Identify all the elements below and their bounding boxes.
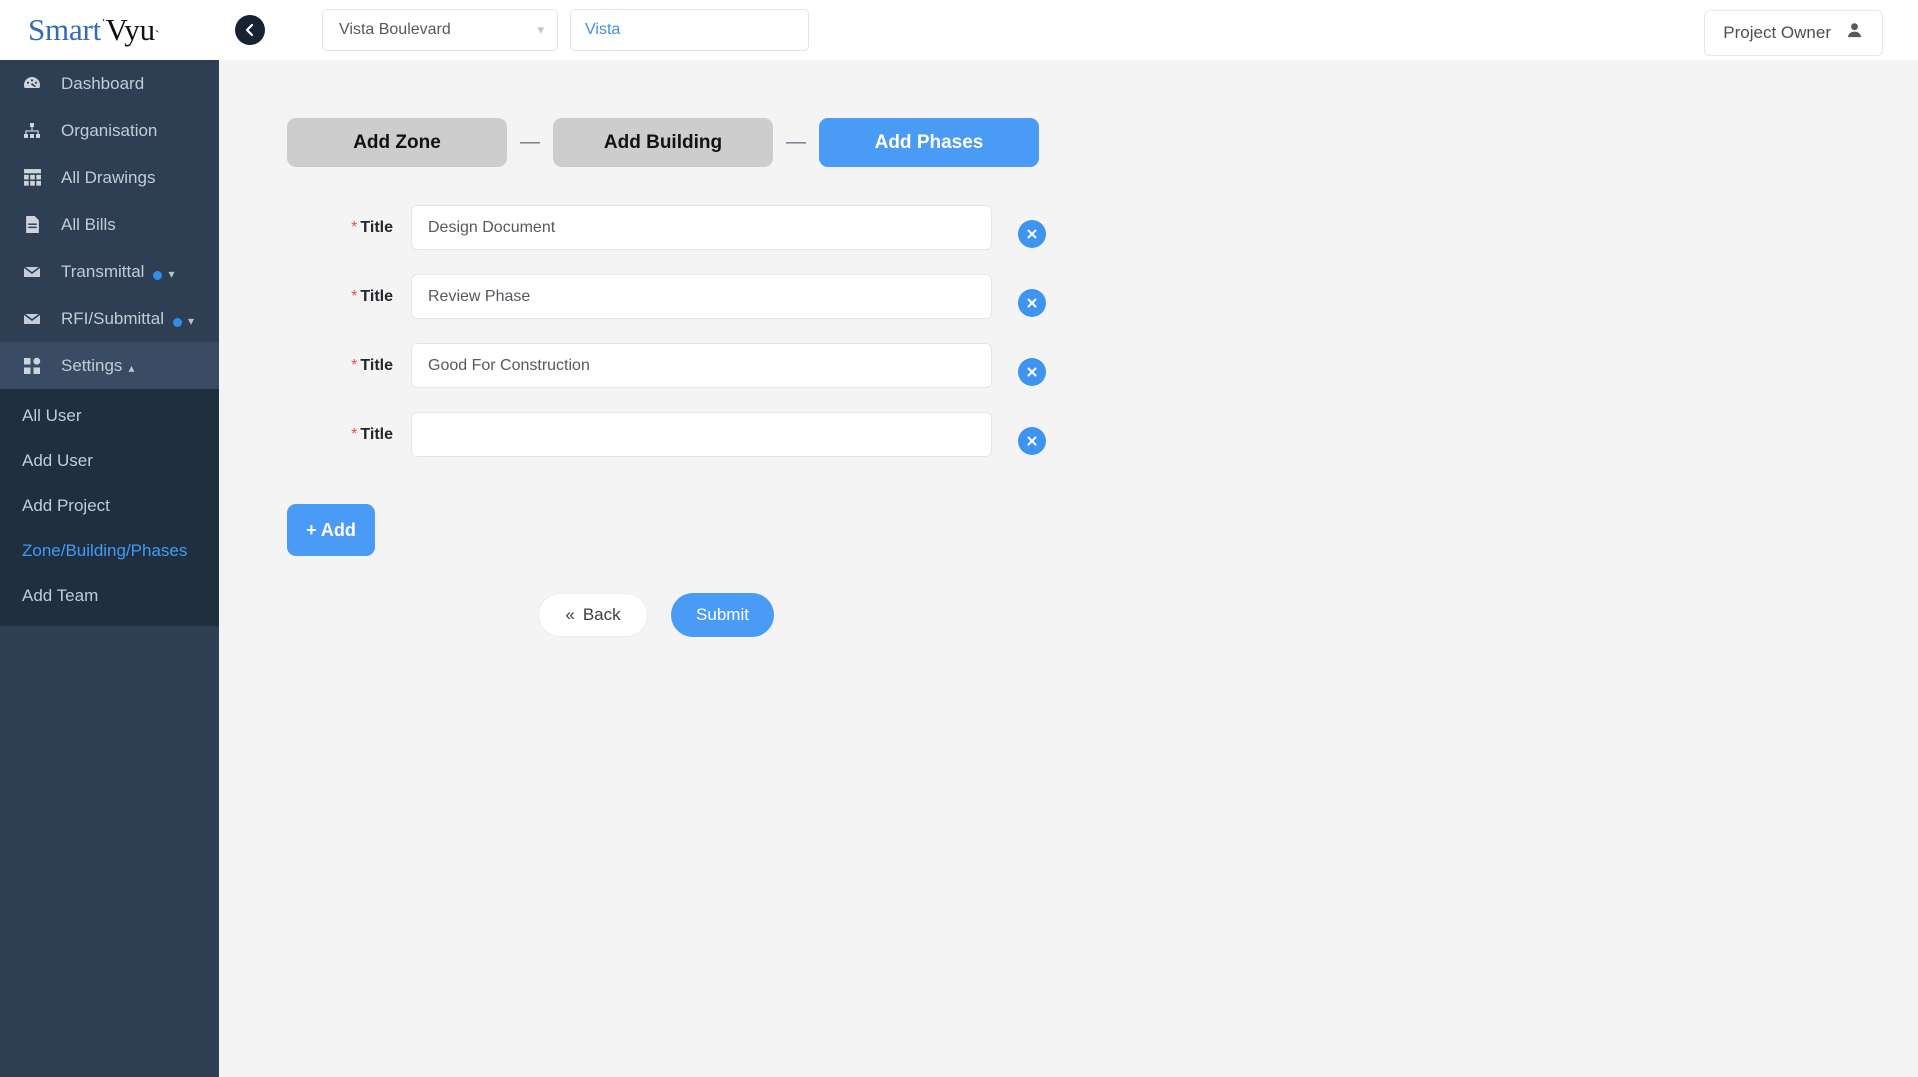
dashboard-gauge-icon (19, 74, 45, 94)
delete-phase-button[interactable] (1018, 288, 1046, 317)
project-select-value: Vista Boulevard (339, 21, 451, 38)
form-actions: « Back Submit (219, 556, 1918, 637)
submenu-item-add-user[interactable]: Add User (0, 438, 219, 483)
project-owner-button[interactable]: Project Owner (1704, 10, 1883, 56)
sidebar-item-all-bills[interactable]: All Bills (0, 201, 219, 248)
required-asterisk: * (351, 356, 358, 374)
settings-submenu: All User Add User Add Project Zone/Build… (0, 389, 219, 626)
notification-badge-dot (172, 318, 182, 327)
phase-title-label: * Title (287, 357, 411, 375)
logo-text-smart: Smart (28, 12, 102, 47)
sidebar-item-rfi-submittal[interactable]: RFI/Submittal ▾ (0, 295, 219, 342)
phase-title-label: * Title (287, 426, 411, 444)
delete-phase-button[interactable] (1018, 219, 1046, 248)
sidebar-item-label: Transmittal (61, 261, 145, 281)
main-content: Add Zone — Add Building — Add Phases * Ti… (219, 60, 1918, 1077)
chevron-up-icon[interactable]: ▴ (128, 361, 134, 375)
topbar: Vista Boulevard ▾ Project Owner (219, 0, 1918, 60)
zone-name-input[interactable] (570, 9, 809, 51)
close-icon (1027, 367, 1037, 376)
delete-phase-button[interactable] (1018, 426, 1046, 455)
submenu-item-all-user[interactable]: All User (0, 393, 219, 438)
back-button[interactable]: « Back (538, 593, 648, 637)
step-separator: — (520, 131, 540, 153)
required-asterisk: * (351, 218, 358, 236)
phase-title-input[interactable] (411, 412, 992, 457)
user-icon (1845, 21, 1864, 45)
phase-row: * Title (219, 412, 1918, 457)
sidebar: SmartˈVyuˋ Dashboard Organisation All Dr… (0, 0, 219, 1077)
phase-title-label-text: Title (360, 356, 393, 374)
chevron-down-icon: ▾ (537, 22, 544, 37)
submenu-item-add-project[interactable]: Add Project (0, 483, 219, 528)
step-add-phases-button[interactable]: Add Phases (819, 118, 1039, 167)
sidebar-item-label: Organisation (61, 120, 158, 140)
grid-icon (19, 168, 45, 188)
phase-title-label: * Title (287, 219, 411, 237)
close-icon (1027, 436, 1037, 445)
logo-bracket-bottom-icon: ˋ (154, 29, 160, 44)
delete-phase-button[interactable] (1018, 357, 1046, 386)
envelope-icon (19, 262, 45, 282)
phase-title-label-text: Title (360, 287, 393, 305)
chevron-down-icon[interactable]: ▾ (188, 314, 194, 328)
phase-title-input[interactable] (411, 274, 992, 319)
back-button-label: Back (582, 605, 621, 624)
phase-title-label-text: Title (360, 218, 393, 236)
phase-title-input[interactable] (411, 343, 992, 388)
project-select[interactable]: Vista Boulevard ▾ (322, 9, 558, 51)
sidebar-item-label: Settings (61, 355, 123, 375)
close-icon (1027, 229, 1037, 238)
close-icon (1027, 298, 1037, 307)
sidebar-item-label: All Bills (61, 214, 116, 234)
phase-title-label-text: Title (360, 425, 393, 443)
step-separator: — (786, 131, 806, 153)
required-asterisk: * (351, 287, 358, 305)
document-icon (19, 215, 45, 235)
phase-title-label: * Title (287, 288, 411, 306)
sidebar-item-settings[interactable]: Settings ▴ (0, 342, 219, 389)
phase-title-input[interactable] (411, 205, 992, 250)
back-navigation-button[interactable] (235, 15, 265, 45)
logo-text-vyu: Vyu (105, 12, 156, 47)
step-add-zone-button[interactable]: Add Zone (287, 118, 507, 167)
submenu-item-add-team[interactable]: Add Team (0, 573, 219, 618)
notification-badge-dot (153, 271, 163, 280)
app-logo[interactable]: SmartˈVyuˋ (0, 0, 219, 60)
submit-button[interactable]: Submit (671, 593, 774, 637)
sidebar-item-label: Dashboard (61, 73, 145, 93)
envelope-icon (19, 309, 45, 329)
sidebar-item-organisation[interactable]: Organisation (0, 107, 219, 154)
step-add-building-button[interactable]: Add Building (553, 118, 773, 167)
chevron-down-icon[interactable]: ▾ (168, 267, 174, 281)
sidebar-item-dashboard[interactable]: Dashboard (0, 60, 219, 107)
double-chevron-left-icon: « (565, 605, 575, 624)
step-navigation: Add Zone — Add Building — Add Phases (219, 60, 1918, 167)
chevron-left-icon (245, 23, 254, 37)
sidebar-nav: Dashboard Organisation All Drawings All … (0, 60, 219, 389)
add-phase-button[interactable]: + Add (287, 504, 375, 556)
settings-squares-icon (19, 356, 45, 376)
phase-row: * Title (219, 205, 1918, 250)
submenu-item-zone-building-phases[interactable]: Zone/Building/Phases (0, 528, 219, 573)
phase-row: * Title (219, 343, 1918, 388)
sidebar-item-label: RFI/Submittal (61, 308, 164, 328)
org-chart-icon (19, 121, 45, 141)
sidebar-item-all-drawings[interactable]: All Drawings (0, 154, 219, 201)
sidebar-item-transmittal[interactable]: Transmittal ▾ (0, 248, 219, 295)
phase-rows-list: *Title *Title *Title (219, 205, 1918, 457)
required-asterisk: * (351, 425, 358, 443)
project-owner-label: Project Owner (1723, 23, 1831, 42)
phase-row: * Title (219, 274, 1918, 319)
sidebar-item-label: All Drawings (61, 167, 156, 187)
